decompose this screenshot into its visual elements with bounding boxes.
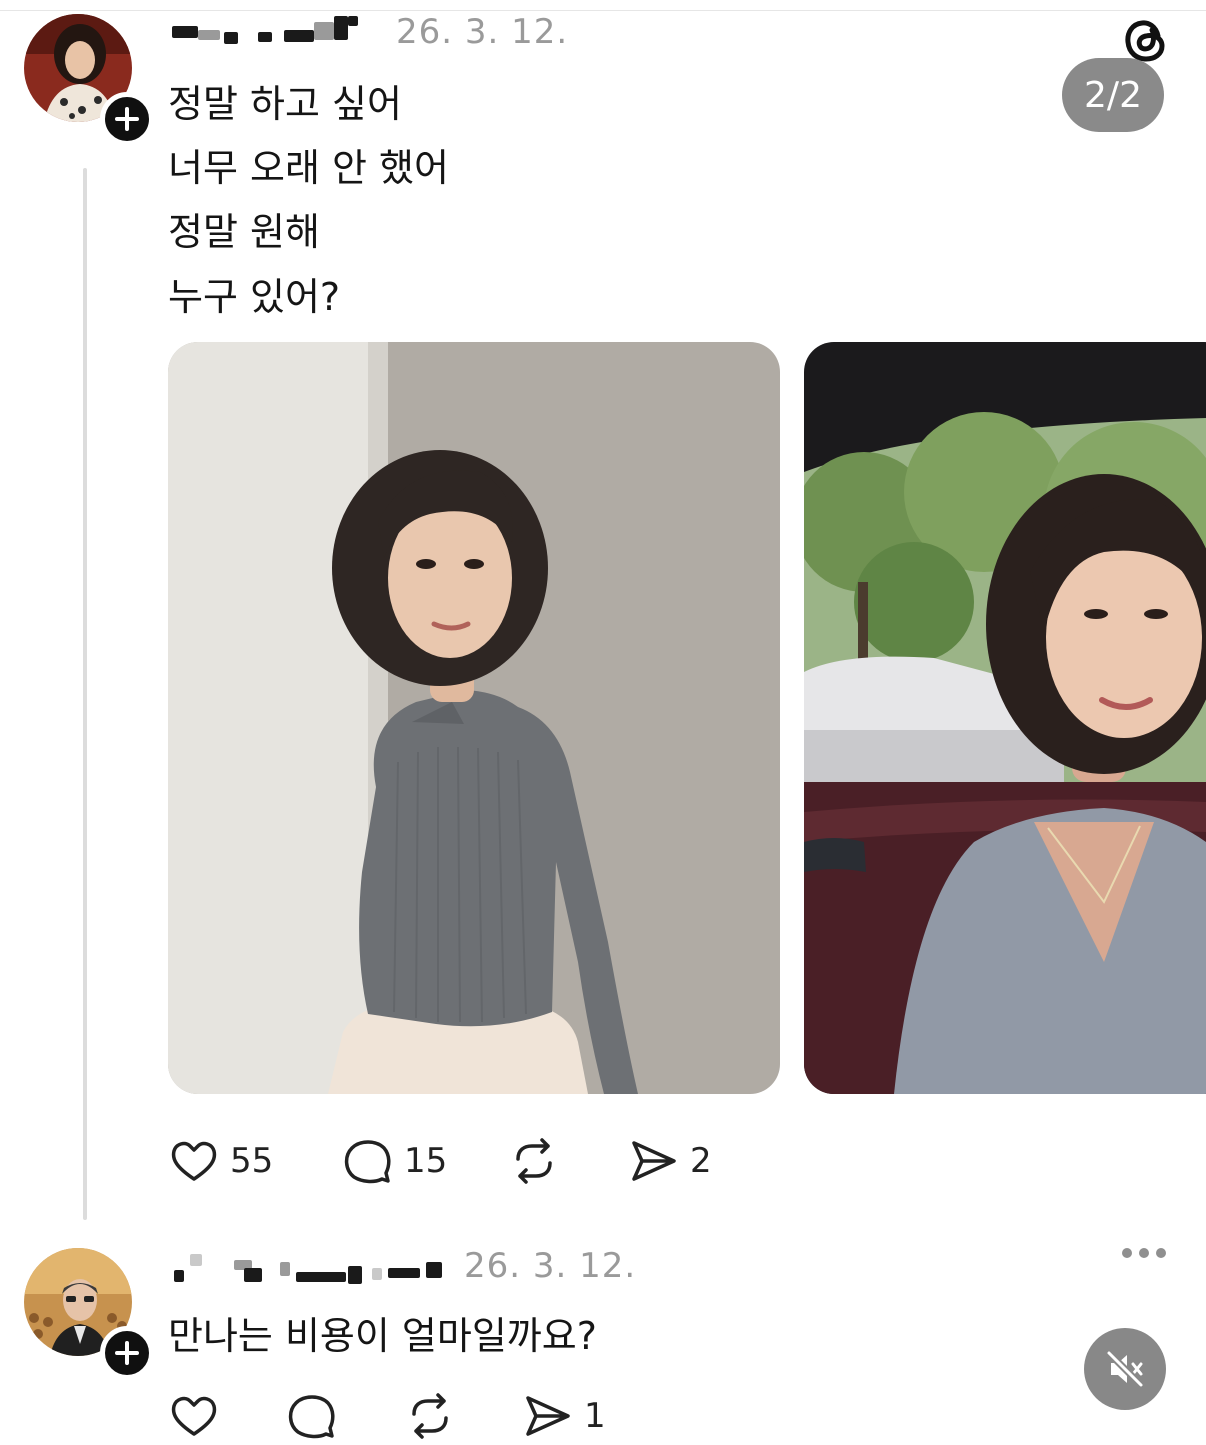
post-username-redacted[interactable]	[172, 12, 386, 46]
reply-username-redacted[interactable]	[172, 1248, 462, 1284]
reply-text: 만나는 비용이 얼마일까요?	[168, 1314, 597, 1358]
thread-connector	[83, 168, 87, 1220]
share-count: 2	[690, 1141, 712, 1181]
like-button[interactable]: 55	[168, 1133, 273, 1189]
reply-button[interactable]: 15	[342, 1133, 447, 1189]
repost-button[interactable]	[508, 1133, 560, 1189]
send-icon	[632, 1141, 676, 1181]
mute-button[interactable]	[1084, 1328, 1166, 1410]
top-divider	[0, 10, 1206, 11]
reply-timestamp: 26. 3. 12.	[464, 1246, 637, 1286]
plus-icon	[115, 107, 139, 131]
reply-count: 15	[404, 1141, 448, 1181]
mute-icon	[1105, 1349, 1145, 1389]
post-text-line-1: 정말 하고 싶어	[168, 82, 402, 126]
more-icon[interactable]	[1122, 1248, 1166, 1258]
reply-share-button[interactable]: 1	[522, 1388, 606, 1444]
follow-button[interactable]	[100, 92, 154, 146]
reply-share-count: 1	[584, 1396, 606, 1436]
comment-icon	[344, 1140, 391, 1184]
like-count: 55	[230, 1141, 274, 1181]
reply-like-button[interactable]	[168, 1388, 220, 1444]
post-timestamp: 26. 3. 12.	[396, 12, 569, 52]
share-button[interactable]: 2	[628, 1133, 712, 1189]
reply-reply-button[interactable]	[286, 1388, 338, 1444]
post-text-line-3: 정말 원해	[168, 210, 320, 254]
heart-icon	[171, 1396, 217, 1436]
plus-icon	[115, 1341, 139, 1365]
repost-icon	[516, 1138, 552, 1184]
post-text-line-4: 누구 있어?	[168, 275, 341, 319]
repost-icon	[412, 1393, 448, 1439]
post-image-1[interactable]	[168, 342, 780, 1094]
post-image-2[interactable]	[804, 342, 1206, 1094]
post-text-line-2: 너무 오래 안 했어	[168, 146, 449, 190]
reply-repost-button[interactable]	[404, 1388, 456, 1444]
reply-follow-button[interactable]	[100, 1326, 154, 1380]
send-icon	[526, 1396, 570, 1436]
heart-icon	[171, 1141, 217, 1181]
carousel-counter: 2/2	[1062, 58, 1164, 132]
comment-icon	[288, 1395, 335, 1439]
